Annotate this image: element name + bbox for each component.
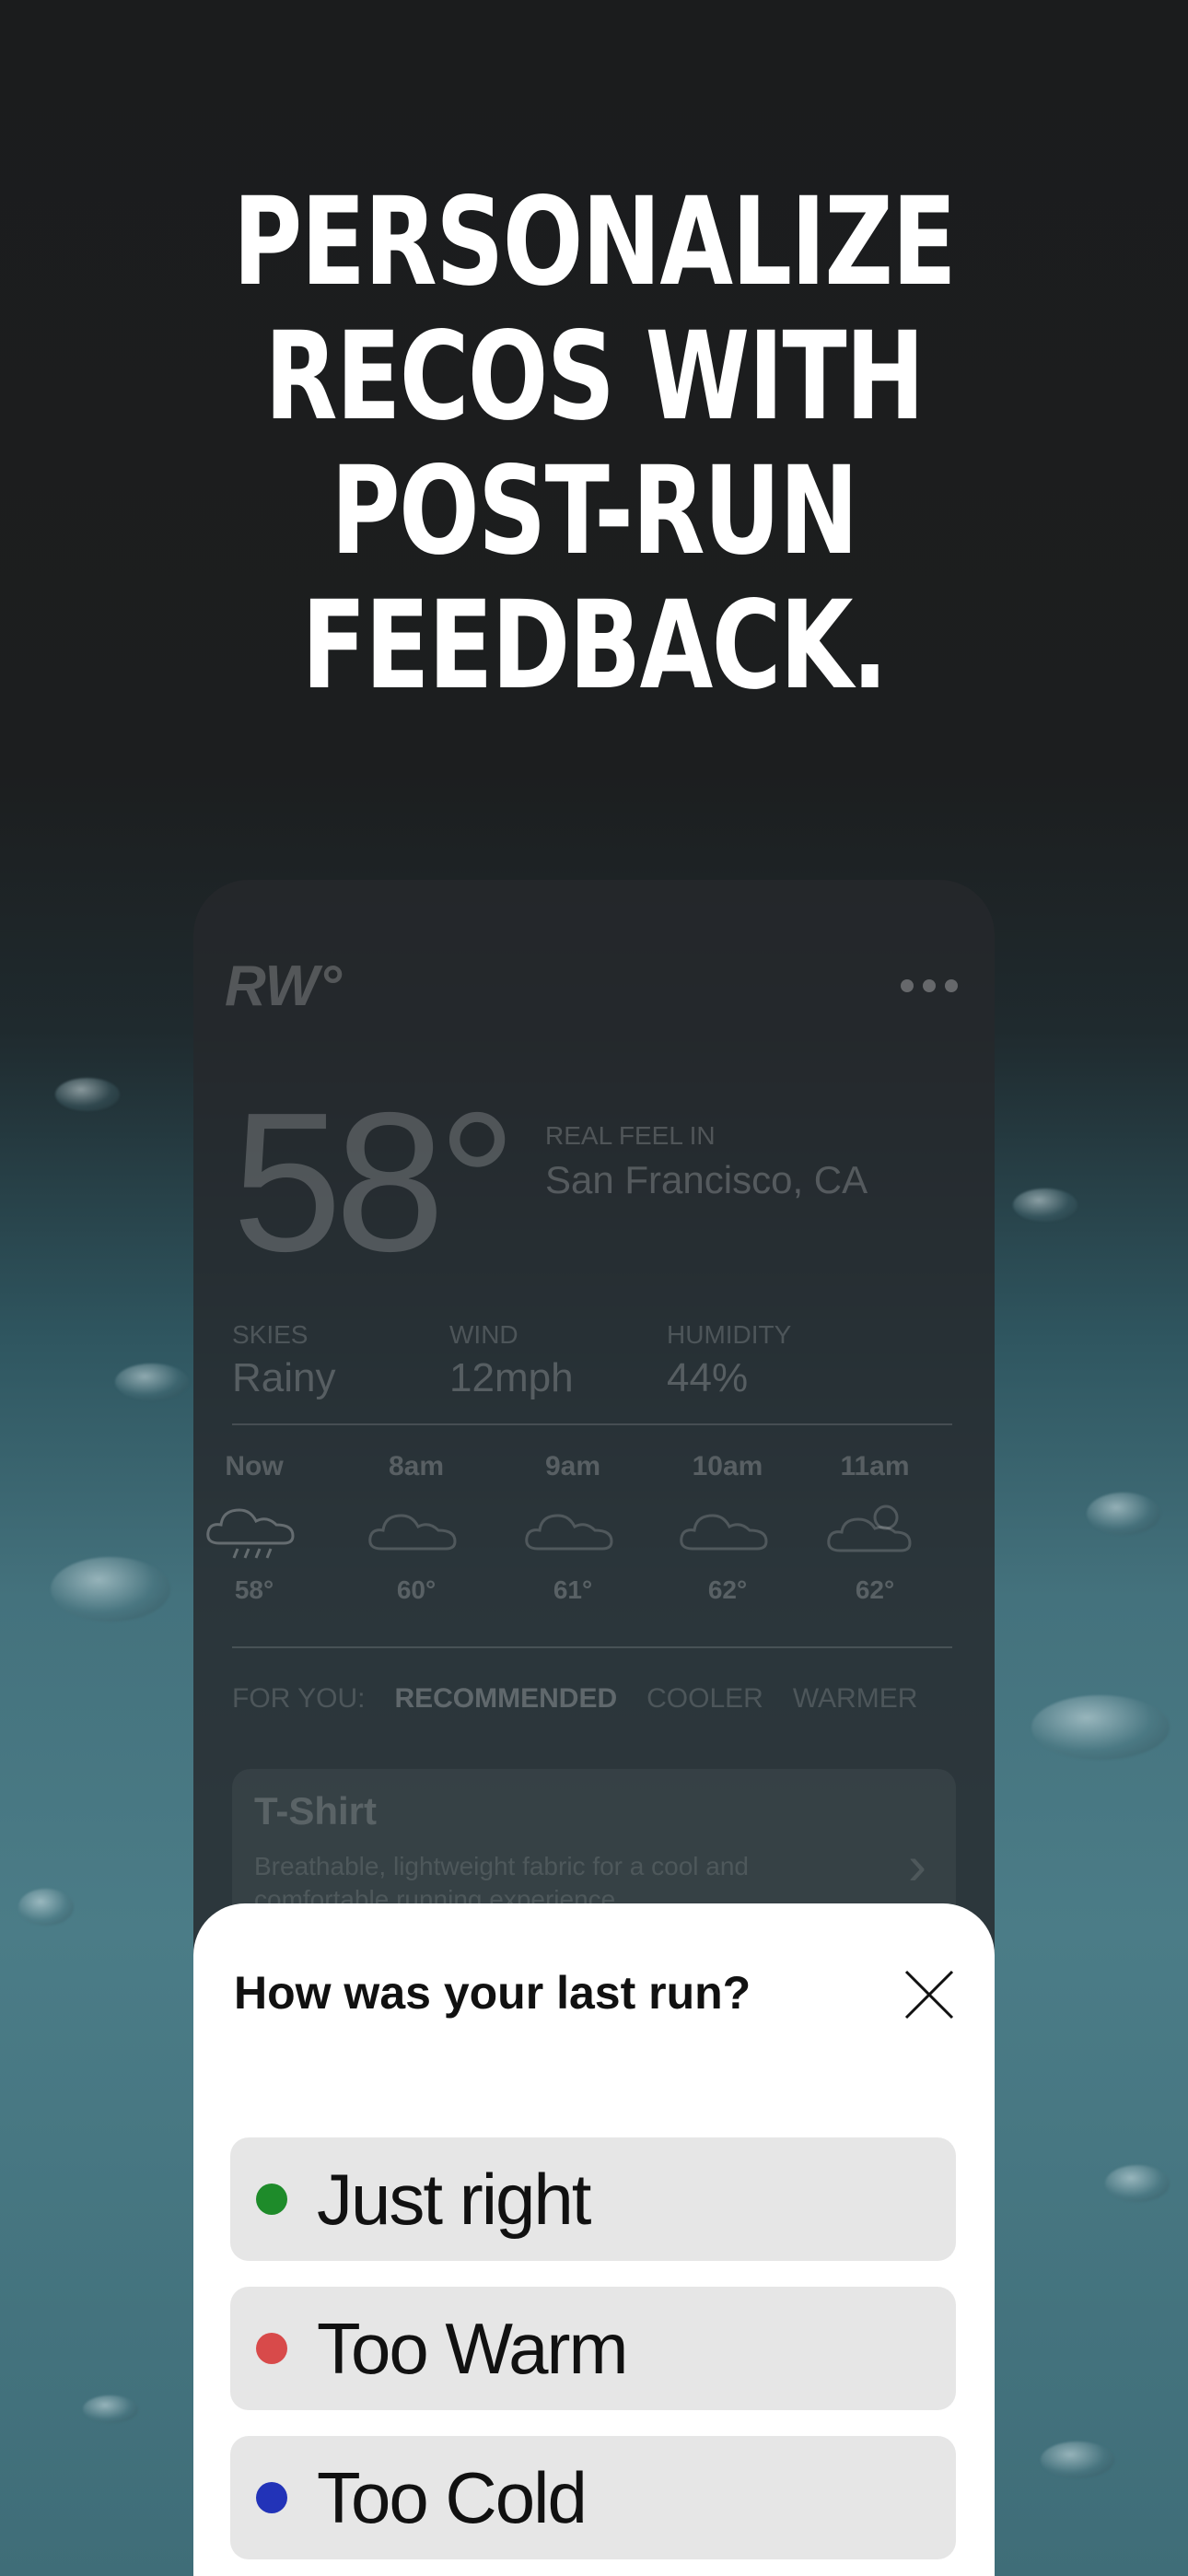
stat-skies: SKIES Rainy: [232, 1320, 336, 1401]
tab-cooler[interactable]: COOLER: [646, 1683, 763, 1715]
status-dot-red: [256, 2333, 287, 2364]
hourly-now: Now 58°: [199, 1451, 309, 1605]
for-you-label: FOR YOU:: [232, 1683, 366, 1714]
divider: [232, 1423, 952, 1425]
hour-temp: 58°: [234, 1575, 274, 1604]
headline-line-1: PERSONALIZE: [232, 171, 957, 313]
stat-wind: WIND 12mph: [449, 1320, 574, 1401]
app-logo: RW°: [225, 954, 342, 1018]
stat-label: HUMIDITY: [667, 1320, 792, 1349]
option-label: Too Cold: [317, 2457, 588, 2538]
tab-recommended[interactable]: RECOMMENDED: [394, 1683, 617, 1715]
hour-time: 10am: [692, 1451, 763, 1481]
stat-label: WIND: [449, 1320, 518, 1349]
hourly-11am: 11am 62°: [820, 1451, 930, 1605]
hour-time: 11am: [840, 1451, 910, 1481]
stat-value: Rainy: [232, 1355, 336, 1400]
hourly-10am: 10am 62°: [672, 1451, 783, 1605]
real-feel-label: REAL FEEL IN: [545, 1121, 716, 1150]
feedback-question: How was your last run?: [234, 1967, 751, 2019]
hour-temp: 62°: [707, 1575, 748, 1604]
status-dot-blue: [256, 2482, 287, 2513]
hour-time: Now: [225, 1451, 284, 1481]
option-too-cold[interactable]: Too Cold: [230, 2436, 956, 2559]
current-temperature: 58°: [232, 1071, 517, 1293]
cloud-sun-icon: [827, 1505, 912, 1552]
status-dot-green: [256, 2184, 287, 2215]
more-options-icon[interactable]: [901, 979, 958, 992]
hourly-8am: 8am 60°: [361, 1451, 472, 1605]
option-just-right[interactable]: Just right: [230, 2137, 956, 2261]
chevron-right-icon: ›: [908, 1834, 926, 1896]
for-you-tabs: FOR YOU: RECOMMENDED COOLER WARMER: [232, 1683, 917, 1715]
hourly-9am: 9am 61°: [518, 1451, 628, 1605]
headline-line-4: FEEDBACK.: [301, 575, 888, 717]
cloud-icon: [680, 1514, 768, 1551]
hour-temp: 62°: [855, 1575, 895, 1604]
cloud-rain-icon: [206, 1508, 295, 1559]
hour-time: 8am: [388, 1451, 445, 1481]
stat-humidity: HUMIDITY 44%: [667, 1320, 791, 1401]
cloud-icon: [368, 1514, 457, 1551]
hour-time: 9am: [544, 1451, 601, 1481]
tab-warmer[interactable]: WARMER: [793, 1683, 918, 1715]
headline-line-2: RECOS WITH: [264, 306, 925, 448]
headline-line-3: POST-RUN: [331, 440, 858, 582]
cloud-icon: [525, 1514, 613, 1551]
stat-label: SKIES: [232, 1320, 309, 1349]
hour-temp: 60°: [396, 1575, 437, 1604]
stat-value: 44%: [667, 1355, 749, 1400]
divider: [232, 1646, 952, 1648]
card-title: T-Shirt: [254, 1789, 377, 1832]
option-too-warm[interactable]: Too Warm: [230, 2287, 956, 2410]
hour-temp: 61°: [553, 1575, 593, 1604]
close-icon[interactable]: [903, 1968, 956, 2021]
option-label: Just right: [317, 2159, 591, 2240]
option-label: Too Warm: [317, 2308, 628, 2389]
headline: PERSONALIZE RECOS WITH POST-RUN FEEDBACK…: [131, 175, 1057, 713]
stat-value: 12mph: [449, 1355, 574, 1400]
feedback-sheet: How was your last run? Just right Too Wa…: [193, 1903, 995, 2576]
location-name: San Francisco, CA: [545, 1158, 868, 1201]
